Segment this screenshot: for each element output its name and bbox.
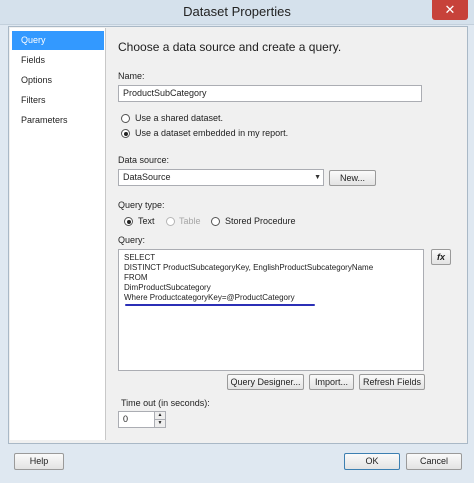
- chevron-down-icon: ▼: [314, 174, 321, 181]
- query-line: DimProductSubcategory: [124, 283, 211, 292]
- shared-dataset-radio[interactable]: [121, 114, 130, 123]
- ok-button[interactable]: OK: [344, 453, 400, 470]
- shared-dataset-label: Use a shared dataset.: [135, 113, 224, 123]
- sidebar: Query Fields Options Filters Parameters: [10, 28, 106, 440]
- name-label: Name:: [118, 71, 145, 81]
- sidebar-item-parameters[interactable]: Parameters: [12, 111, 104, 130]
- datasource-label: Data source:: [118, 155, 170, 165]
- datasource-value: DataSource: [123, 172, 171, 182]
- query-type-text-radio[interactable]: [124, 217, 133, 226]
- sidebar-item-filters[interactable]: Filters: [12, 91, 104, 110]
- spin-up-icon[interactable]: ▲: [154, 412, 165, 420]
- query-line: FROM: [124, 273, 148, 282]
- query-line: DISTINCT ProductSubcategoryKey, EnglishP…: [124, 263, 374, 272]
- query-type-sp-label: Stored Procedure: [225, 216, 296, 226]
- query-line: Where ProductcategoryKey=@ProductCategor…: [124, 293, 295, 302]
- help-button[interactable]: Help: [14, 453, 64, 470]
- timeout-spinner[interactable]: 0 ▲ ▼: [118, 411, 166, 428]
- close-icon: ✕: [444, 2, 456, 17]
- function-icon: fx: [436, 252, 445, 262]
- cancel-button[interactable]: Cancel: [406, 453, 462, 470]
- timeout-label: Time out (in seconds):: [121, 398, 210, 408]
- refresh-fields-button[interactable]: Refresh Fields: [359, 374, 425, 390]
- timeout-value: 0: [123, 414, 129, 424]
- query-type-text-label: Text: [138, 216, 155, 226]
- close-button[interactable]: ✕: [432, 0, 468, 20]
- query-type-table-radio: [166, 217, 175, 226]
- sidebar-item-options[interactable]: Options: [12, 71, 104, 90]
- sidebar-item-query[interactable]: Query: [12, 31, 104, 50]
- query-type-table-label: Table: [179, 216, 201, 226]
- datasource-dropdown[interactable]: DataSource ▼: [118, 169, 324, 186]
- query-label: Query:: [118, 235, 146, 245]
- window-title: Dataset Properties: [183, 4, 291, 19]
- query-textarea[interactable]: SELECT DISTINCT ProductSubcategoryKey, E…: [118, 249, 424, 371]
- title-bar: Dataset Properties ✕: [0, 0, 474, 25]
- query-designer-button[interactable]: Query Designer...: [227, 374, 304, 390]
- footer-bar: [0, 444, 474, 483]
- embedded-dataset-label: Use a dataset embedded in my report.: [135, 128, 289, 138]
- name-field[interactable]: ProductSubCategory: [118, 85, 422, 102]
- highlight-underline: [125, 304, 315, 306]
- spin-down-icon[interactable]: ▼: [154, 420, 165, 427]
- new-datasource-button[interactable]: New...: [329, 170, 376, 186]
- expression-button[interactable]: fx: [431, 249, 451, 265]
- sidebar-item-fields[interactable]: Fields: [12, 51, 104, 70]
- query-line: SELECT: [124, 253, 156, 262]
- query-type-sp-radio[interactable]: [211, 217, 220, 226]
- page-heading: Choose a data source and create a query.: [118, 40, 342, 54]
- import-button[interactable]: Import...: [309, 374, 354, 390]
- embedded-dataset-radio[interactable]: [121, 129, 130, 138]
- query-type-label: Query type:: [118, 200, 165, 210]
